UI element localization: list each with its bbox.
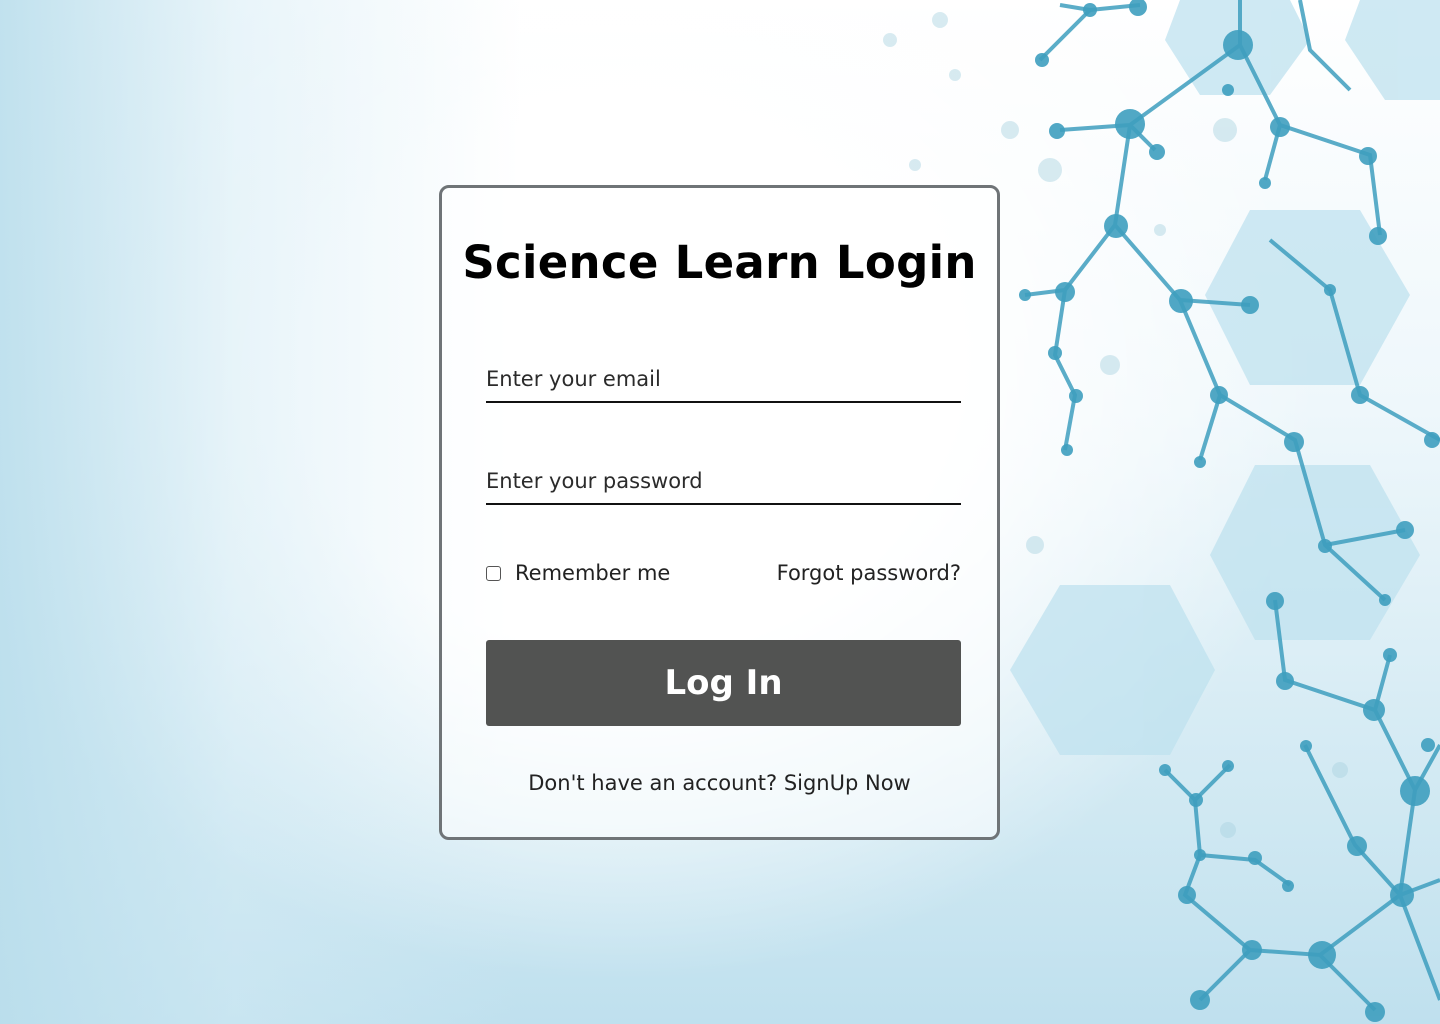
page-title: Science Learn Login	[462, 236, 977, 289]
remember-me-label: Remember me	[515, 561, 671, 585]
remember-me-control[interactable]: Remember me	[486, 561, 670, 585]
login-page: Science Learn Login Remember me Forgot p…	[0, 0, 1440, 1024]
email-input[interactable]	[486, 357, 961, 403]
signup-prompt-text: Don't have an account?	[528, 771, 778, 795]
login-card: Science Learn Login Remember me Forgot p…	[439, 185, 1000, 840]
login-button[interactable]: Log In	[486, 640, 961, 726]
signup-link[interactable]: SignUp Now	[784, 771, 911, 795]
remember-me-checkbox[interactable]	[486, 565, 501, 581]
options-row: Remember me Forgot password?	[486, 561, 961, 591]
password-input[interactable]	[486, 459, 961, 505]
forgot-password-link[interactable]: Forgot password?	[777, 561, 961, 585]
signup-prompt: Don't have an account? SignUp Now	[442, 771, 997, 795]
